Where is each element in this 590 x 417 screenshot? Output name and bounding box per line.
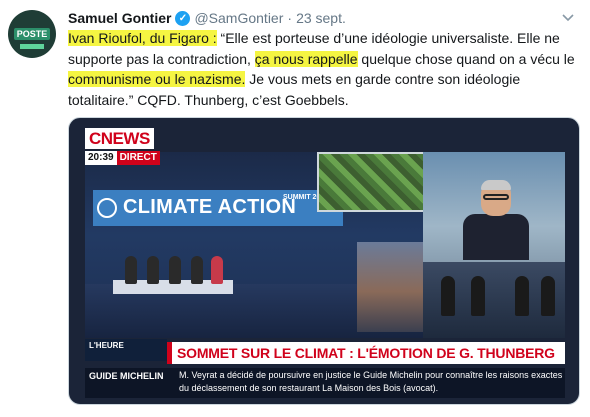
studio-guest-scene — [423, 152, 565, 338]
studio-person — [441, 276, 455, 316]
studio-person — [515, 276, 529, 316]
ticker-label: GUIDE MICHELIN — [85, 368, 179, 398]
headline-text: SOMMET SUR LE CLIMAT : L'ÉMOTION DE G. T… — [177, 345, 555, 361]
avatar[interactable]: POSTE — [8, 10, 56, 58]
verified-badge-icon: ✓ — [175, 10, 191, 26]
cnews-logo: CNEWS — [85, 128, 154, 149]
headline-accent — [167, 342, 172, 364]
tweet-header: Samuel Gontier ✓ @SamGontier · 23 sept. — [68, 8, 580, 28]
tweet-media-image[interactable]: CLIMATE ACTION SUMMIT 2019 CNEWS 20:39 D… — [68, 117, 580, 405]
program-label: L'HEURE — [85, 339, 167, 361]
guest-figure — [463, 180, 529, 260]
speaker-figure — [125, 256, 137, 284]
un-summit-scene: CLIMATE ACTION SUMMIT 2019 — [85, 152, 437, 338]
broadcast-clock: 20:39 — [85, 151, 117, 165]
speaker-figure — [169, 256, 181, 284]
aerial-inset-image — [317, 152, 437, 212]
studio-person — [471, 276, 485, 316]
guest-hair — [481, 180, 511, 190]
highlighted-phrase: communisme ou le nazisme. — [68, 71, 246, 87]
un-emblem-icon — [97, 198, 117, 218]
studio-person — [541, 276, 555, 316]
highlighted-phrase: ça nous rappelle — [254, 50, 358, 67]
speaker-figure — [191, 256, 203, 284]
avatar-label: POSTE — [13, 28, 51, 40]
tweet-date[interactable]: 23 sept. — [296, 10, 346, 26]
header-separator: · — [287, 10, 293, 26]
headline-bar: SOMMET SUR LE CLIMAT : L'ÉMOTION DE G. T… — [167, 342, 565, 364]
ticker-text: M. Veyrat a décidé de poursuivre en just… — [179, 370, 563, 393]
channel-logo: CNEWS — [85, 128, 154, 149]
glasses-icon — [483, 194, 509, 200]
tweet-text-part: quelque chose quand on a vécu le — [357, 50, 575, 67]
banner-text: CLIMATE ACTION — [123, 196, 296, 219]
live-badge: DIRECT — [116, 151, 160, 165]
banner-label: CLIMATE ACTION — [123, 196, 297, 218]
author-handle[interactable]: @SamGontier — [194, 10, 283, 26]
highlighted-quote-source: Ivan Rioufol, du Figaro : — [68, 30, 217, 46]
chevron-down-icon[interactable] — [560, 10, 576, 26]
clock-row: 20:39 DIRECT — [85, 151, 160, 165]
speaker-figure — [147, 256, 159, 284]
news-ticker: GUIDE MICHELIN M. Veyrat a décidé de pou… — [85, 368, 565, 398]
author-name[interactable]: Samuel Gontier — [68, 10, 171, 26]
speaker-inset-image — [357, 242, 427, 332]
avatar-decoration — [20, 44, 44, 49]
guest-body — [463, 214, 529, 260]
speaker-figure — [211, 256, 223, 284]
tweet-text: Ivan Rioufol, du Figaro : “Elle est port… — [68, 28, 582, 110]
